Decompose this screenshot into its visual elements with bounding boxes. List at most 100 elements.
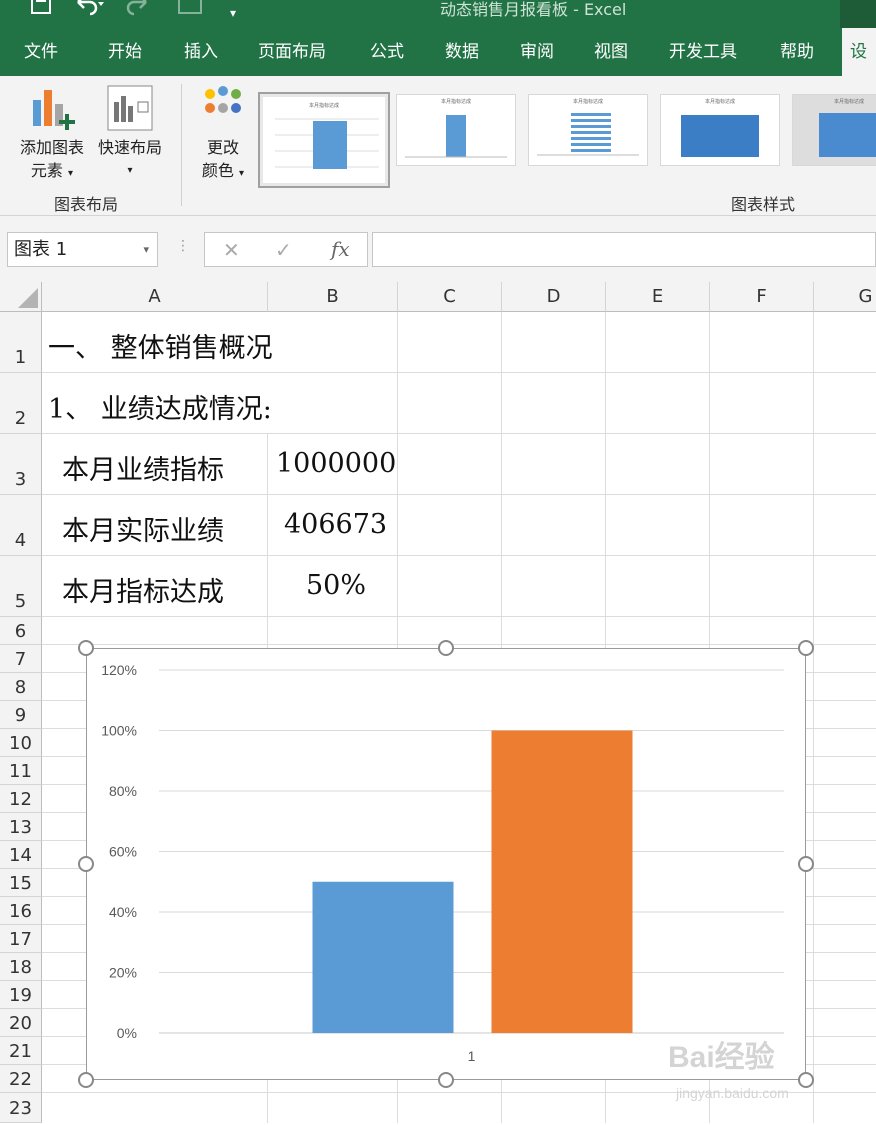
chart-quick-icon[interactable] (178, 0, 202, 20)
add-chart-element-button[interactable]: 添加图表 元素 ▾ (12, 84, 92, 185)
row-header[interactable]: 16 (0, 897, 42, 925)
row-header[interactable]: 23 (0, 1093, 42, 1123)
resize-handle[interactable] (438, 640, 454, 656)
tab-formulas[interactable]: 公式 (370, 28, 404, 76)
column-header-g[interactable]: G (814, 282, 876, 312)
cancel-icon[interactable]: ✕ (223, 238, 240, 262)
title-bar: ▾ 动态销售月报看板 - Excel (0, 0, 876, 28)
gridline (42, 644, 876, 645)
row-header[interactable]: 18 (0, 953, 42, 981)
y-tick-label: 80% (109, 783, 137, 799)
row-header[interactable]: 4 (0, 495, 42, 556)
column-header-b[interactable]: B (268, 282, 398, 312)
row-header[interactable]: 17 (0, 925, 42, 953)
resize-handle[interactable] (78, 1072, 94, 1088)
cell-b4[interactable]: 406673 (284, 509, 387, 540)
bar-chart: 0% 20% 40% 60% 80% 100% 120% 1 (101, 662, 784, 1064)
row-header[interactable]: 19 (0, 981, 42, 1009)
formula-bar: 图表 1 ▾ ⋮ ✕ ✓ fx (0, 216, 876, 282)
resize-handle[interactable] (438, 1072, 454, 1088)
row-header[interactable]: 10 (0, 729, 42, 757)
undo-icon[interactable] (74, 0, 104, 20)
tab-insert[interactable]: 插入 (184, 28, 218, 76)
row-header[interactable]: 14 (0, 841, 42, 869)
save-icon[interactable] (30, 0, 52, 20)
change-colors-label-2: 颜色 (201, 161, 234, 180)
chart-object[interactable]: 0% 20% 40% 60% 80% 100% 120% 1 (86, 648, 806, 1080)
enter-icon[interactable]: ✓ (275, 238, 292, 262)
add-chart-element-label-2: 元素 (30, 161, 63, 180)
window-title: 动态销售月报看板 - Excel (440, 0, 627, 19)
cell-a3[interactable]: 本月业绩指标 (62, 448, 224, 487)
row-header[interactable]: 15 (0, 869, 42, 897)
row-header[interactable]: 12 (0, 785, 42, 813)
gridline (42, 555, 876, 556)
cell-a2[interactable]: 1、 业绩达成情况: (48, 387, 272, 426)
row-header[interactable]: 13 (0, 813, 42, 841)
column-header-c[interactable]: C (398, 282, 502, 312)
dropdown-arrow-icon: ▾ (239, 168, 245, 179)
resize-handle[interactable] (78, 640, 94, 656)
chevron-down-icon[interactable]: ▾ (143, 233, 149, 266)
tab-data[interactable]: 数据 (445, 28, 479, 76)
row-header[interactable]: 11 (0, 757, 42, 785)
tab-design[interactable]: 设 (842, 28, 876, 76)
resize-handle[interactable] (798, 640, 814, 656)
cell-a5[interactable]: 本月指标达成 (62, 570, 224, 609)
quick-layout-label: 快速布局 (97, 138, 162, 157)
row-header[interactable]: 3 (0, 434, 42, 495)
select-all-button[interactable] (0, 282, 42, 312)
row-header[interactable]: 8 (0, 673, 42, 701)
chart-style-1[interactable]: 本月指标达成 (258, 92, 390, 188)
row-header[interactable]: 7 (0, 645, 42, 673)
column-header-d[interactable]: D (502, 282, 606, 312)
drag-handle-icon[interactable]: ⋮ (176, 238, 190, 254)
column-header-f[interactable]: F (710, 282, 814, 312)
tab-developer[interactable]: 开发工具 (669, 28, 737, 76)
baidu-watermark: Bai经验 (668, 1041, 775, 1074)
redo-icon[interactable] (124, 0, 154, 20)
tab-review[interactable]: 审阅 (520, 28, 554, 76)
row-header[interactable]: 20 (0, 1009, 42, 1037)
row-header[interactable]: 5 (0, 556, 42, 617)
insert-function-icon[interactable]: fx (331, 237, 350, 261)
resize-handle[interactable] (798, 856, 814, 872)
ribbon-separator (181, 84, 182, 206)
tab-view[interactable]: 视图 (594, 28, 628, 76)
chart-style-5[interactable]: 本月指标达成 (792, 94, 876, 166)
y-tick-label: 120% (101, 662, 137, 678)
chart-style-4[interactable]: 本月指标达成 (660, 94, 780, 166)
cell-b5[interactable]: 50% (306, 570, 366, 601)
quick-layout-button[interactable]: 快速布局 ▾ (94, 84, 166, 182)
quick-layout-icon (94, 84, 166, 136)
row-header[interactable]: 21 (0, 1037, 42, 1065)
name-box-value: 图表 1 (14, 239, 68, 260)
y-tick-label: 40% (109, 904, 137, 920)
name-box[interactable]: 图表 1 ▾ (7, 232, 158, 267)
resize-handle[interactable] (78, 856, 94, 872)
ribbon-tabs: 文件 开始 插入 页面布局 公式 数据 审阅 视图 开发工具 帮助 设 (0, 28, 876, 76)
tab-home[interactable]: 开始 (108, 28, 142, 76)
chart-style-2[interactable]: 本月指标达成 (396, 94, 516, 166)
chart-style-3[interactable]: 本月指标达成 (528, 94, 648, 166)
row-header[interactable]: 22 (0, 1065, 42, 1093)
gridline (42, 494, 876, 495)
row-header[interactable]: 9 (0, 701, 42, 729)
cell-b3[interactable]: 1000000 (276, 448, 396, 479)
row-header[interactable]: 1 (0, 312, 42, 373)
tab-file[interactable]: 文件 (24, 28, 58, 76)
titlebar-tell-me (840, 0, 876, 28)
cell-a4[interactable]: 本月实际业绩 (62, 509, 224, 548)
column-header-e[interactable]: E (606, 282, 710, 312)
cell-a1[interactable]: 一、 整体销售概况 (48, 326, 273, 365)
group-label-chart-styles: 图表样式 (731, 195, 796, 214)
tab-page-layout[interactable]: 页面布局 (258, 28, 326, 76)
column-header-a[interactable]: A (42, 282, 268, 312)
resize-handle[interactable] (798, 1072, 814, 1088)
row-header[interactable]: 2 (0, 373, 42, 434)
tab-help[interactable]: 帮助 (780, 28, 814, 76)
row-header[interactable]: 6 (0, 617, 42, 645)
change-colors-button[interactable]: 更改 颜色 ▾ (192, 84, 254, 185)
customize-qa-icon[interactable]: ▾ (230, 4, 236, 22)
formula-input[interactable] (372, 232, 876, 267)
